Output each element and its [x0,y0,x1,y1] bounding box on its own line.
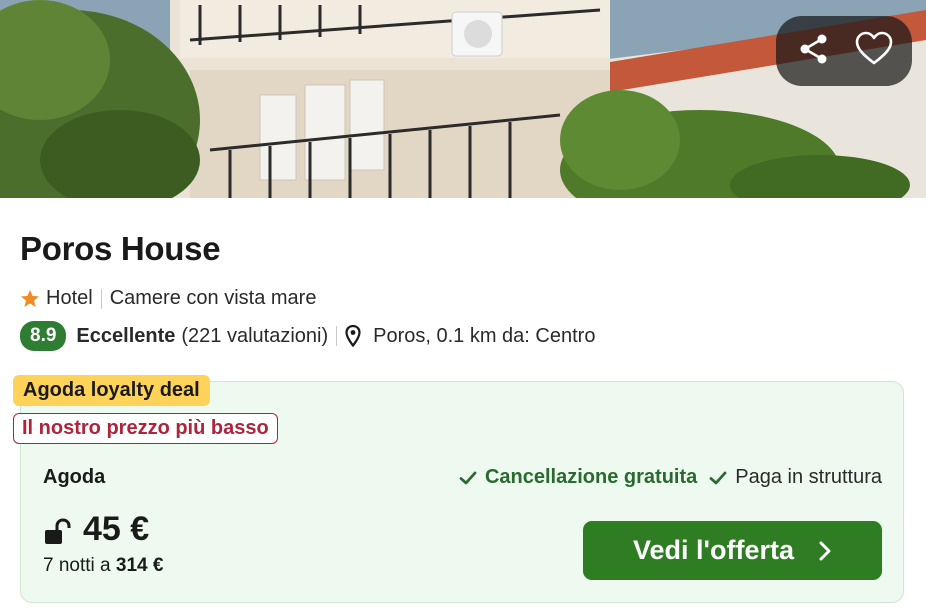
location-pin-icon [345,325,361,347]
price-row: 45 € [43,510,149,549]
pay-at-property: Paga in struttura [709,466,882,489]
photo-action-bar [776,16,912,86]
lowest-price-badge: Il nostro prezzo più basso [13,413,278,444]
star-icon [20,289,40,309]
rating-label: Eccellente [76,324,176,347]
chevron-right-icon [818,540,832,562]
hotel-feature: Camere con vista mare [109,287,317,309]
rating-score-badge: 8.9 [20,321,67,351]
total-prefix: 7 notti a [43,555,111,576]
hotel-type: Hotel [46,287,93,309]
divider [100,288,102,309]
total-price: 7 notti a 314 € [43,555,163,577]
total-value: 314 € [115,555,164,576]
heart-icon [855,31,893,72]
provider-name: Agoda [43,466,106,488]
unlocked-lock-icon [43,517,73,546]
free-cancellation-label: Cancellazione gratuita [484,466,698,488]
rating-location-row: 8.9 Eccellente (221 valutazioni) Poros, … [20,321,595,351]
review-count[interactable]: (221 valutazioni) [181,325,328,348]
check-icon [459,470,477,486]
favorite-button[interactable] [848,25,900,77]
hotel-meta-row: Hotel Camere con vista mare [20,287,316,310]
nightly-price: 45 € [83,510,150,548]
hotel-location[interactable]: Poros, 0.1 km da: Centro [373,325,595,348]
divider [336,326,338,346]
deal-features: Cancellazione gratuita Paga in struttura [459,466,882,489]
view-offer-label: Vedi l'offerta [633,535,794,565]
share-button[interactable] [788,25,840,77]
share-icon [797,32,831,71]
view-offer-button[interactable]: Vedi l'offerta [583,521,882,580]
free-cancellation: Cancellazione gratuita [459,466,697,489]
pay-at-property-label: Paga in struttura [735,466,882,488]
loyalty-deal-badge: Agoda loyalty deal [13,375,210,406]
check-icon [709,470,727,486]
hotel-name[interactable]: Poros House [20,230,221,268]
